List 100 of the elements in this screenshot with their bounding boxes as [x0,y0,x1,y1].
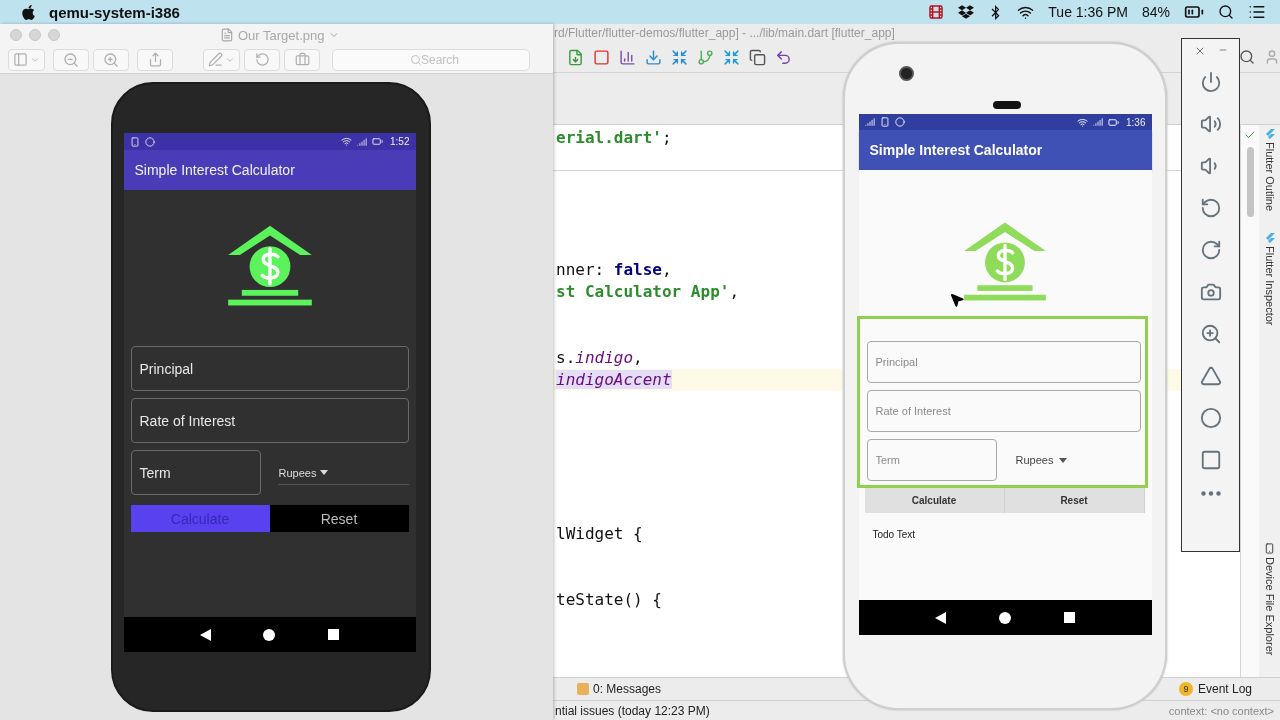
circle-icon [144,136,155,147]
volume-up-button[interactable] [1199,113,1222,135]
status-time: 1:36 [1126,116,1146,128]
dropbox-icon [958,4,975,20]
chart-icon[interactable] [619,48,636,66]
rotate-left-button[interactable] [1199,197,1222,219]
zoom-in-icon [103,51,119,68]
code-line: s.indigo, [555,346,643,369]
search-field[interactable]: Search [332,48,530,71]
app-title: Simple Interest Calculator [134,162,295,178]
caret-icon [320,470,329,476]
signal-icon [864,117,875,127]
side-tab[interactable]: Flutter Inspector [1263,232,1276,326]
code-line: erial.dart'; [555,126,672,149]
wifi-icon [341,136,353,147]
zoom-button[interactable] [1199,323,1222,345]
more-icon [1200,491,1221,496]
more-button[interactable] [1200,491,1221,496]
side-tab[interactable]: Device File Explorer [1263,543,1276,656]
rotate-right-icon [1199,239,1222,261]
text-field[interactable]: Rate of Interest [866,390,1141,433]
volume-up-icon [1199,113,1222,135]
power-button[interactable] [1199,71,1222,93]
result-text: Todo Text [872,529,917,541]
reset-button[interactable]: Reset [1004,488,1145,514]
text-field[interactable]: Principal [866,341,1141,384]
phone-icon [1264,543,1275,555]
flutter-icon [1264,232,1275,243]
rotate-left-icon [1199,197,1222,219]
scrollbar[interactable] [1246,146,1254,217]
side-tab[interactable]: Flutter Outline [1263,128,1276,211]
back-button[interactable] [1199,365,1222,387]
markup-button[interactable] [203,48,240,71]
home-button[interactable] [1199,407,1222,429]
share-button[interactable] [137,48,173,71]
rotate-icon [254,52,270,67]
overview-button[interactable] [1199,449,1222,471]
power-icon [1199,71,1222,93]
share-icon [147,52,163,67]
count-badge: 9 [1178,681,1193,696]
currency-dropdown[interactable]: Rupees [1013,454,1070,467]
context-text: context: <no context> [1168,704,1274,717]
arrows-icon[interactable] [671,48,688,66]
back-icon [1199,365,1222,387]
text-field[interactable]: Term [866,439,997,482]
app-name[interactable]: qemu-system-i386 [49,3,180,21]
speaker-slot [993,101,1021,109]
back-icon[interactable] [935,611,946,624]
overview-icon [1199,449,1222,471]
toolbox-button[interactable] [284,48,320,71]
home-icon [263,628,276,641]
circle-icon [894,117,905,127]
tool-tab[interactable]: 0: Messages [577,681,662,696]
battery-icon [1108,116,1120,128]
mouse-cursor-icon [949,292,965,308]
wifi-icon [1077,116,1089,128]
code-line: nner: false, [555,258,672,281]
pen-icon [208,52,223,67]
zoom-out-button[interactable] [53,48,89,71]
event-log-tab[interactable]: 9 Event Log [1178,681,1252,696]
sidebar-icon [13,52,28,67]
overview-icon [328,629,340,640]
home-icon [1199,407,1222,429]
sd-card-icon [129,136,140,147]
status-text: ntial issues (today 12:23 PM) [555,703,710,718]
rotate-right-button[interactable] [1199,239,1222,261]
arrows-icon[interactable] [723,48,740,66]
search-icon [1239,49,1255,66]
list-icon [1248,3,1266,21]
back-icon [199,628,211,641]
code-line: st Calculator App', [555,280,740,303]
window-title: Our Target.png [238,27,325,43]
caret-icon [1059,457,1068,463]
clock[interactable]: Tue 1:36 PM [1048,4,1128,20]
rotate-button[interactable] [244,48,280,71]
search-icon [1218,4,1234,20]
messages-icon [577,682,589,695]
undo-icon[interactable] [775,48,792,66]
copy-icon[interactable] [749,48,766,66]
window-title: rd/Flutter/flutter-demos/flutter_app] - .../lib/main.dart [flutter_app] [554,25,895,40]
calculate-button[interactable]: Calculate [864,488,1005,514]
signal-icon [1093,117,1104,127]
camera-button[interactable] [1199,281,1222,303]
code-line: lWidget { [555,522,643,545]
home-icon[interactable] [999,611,1011,624]
camera-icon [1199,281,1222,303]
toolbox-icon [294,52,310,67]
zoom-in-button[interactable] [93,48,129,71]
battery-percent: 84% [1141,4,1170,20]
sd-card-icon [879,117,890,127]
search-icon [410,53,422,66]
stop-icon[interactable] [593,48,610,66]
zoom-icon [1199,323,1222,345]
file-icon[interactable] [567,48,584,66]
branch-icon[interactable] [697,48,714,66]
download-icon[interactable] [645,48,662,66]
event-log-label: Event Log [1197,681,1252,696]
app-title: Simple Interest Calculator [869,142,1043,158]
apple-icon [20,3,37,21]
zoom-out-icon [63,51,79,68]
